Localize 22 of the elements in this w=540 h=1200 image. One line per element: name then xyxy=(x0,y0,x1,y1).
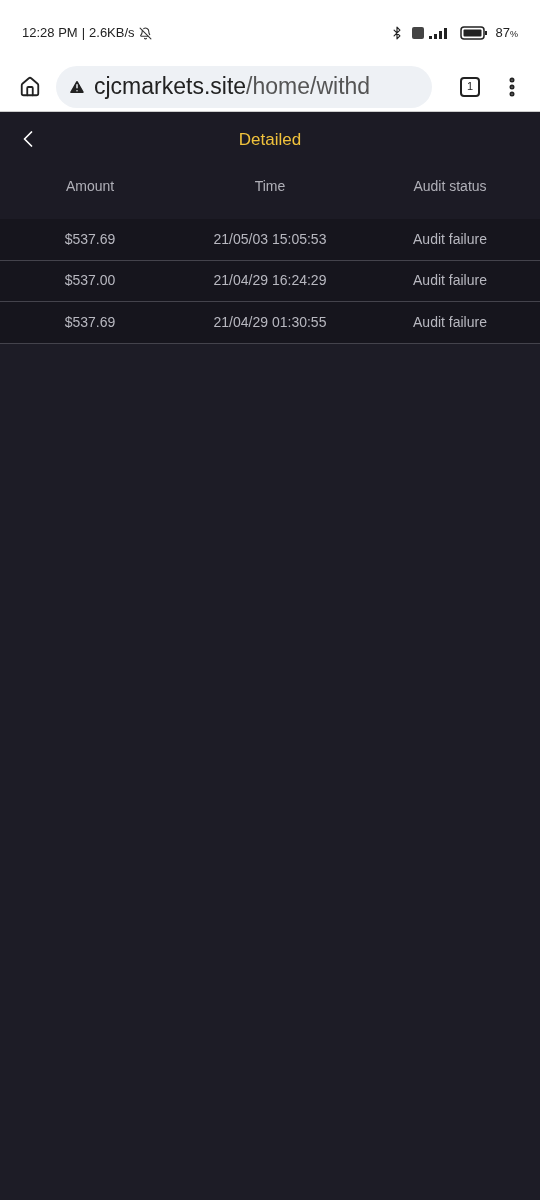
table-cell-text: 21/04/29 01:30:55 xyxy=(212,312,328,332)
bell-off-icon xyxy=(138,26,152,40)
network-speed: 2.6KB/s xyxy=(89,24,135,43)
url-text: cjcmarkets.site/home/withd xyxy=(94,72,371,102)
battery-icon xyxy=(459,26,488,40)
table-cell-text: $537.00 xyxy=(63,271,117,291)
separator: | xyxy=(81,24,86,43)
column-header: Amount xyxy=(64,177,116,196)
table-cell-text: $537.69 xyxy=(63,229,117,249)
table-cell-text: Audit failure xyxy=(412,271,488,291)
table-cell-text: Audit failure xyxy=(412,312,488,332)
table-cell-text: Audit failure xyxy=(412,229,488,249)
battery-level: 87% xyxy=(495,24,518,43)
column-header: Audit status xyxy=(412,177,488,196)
table-cell-text: $537.69 xyxy=(63,312,117,332)
table-cell-text: 21/04/29 16:24:29 xyxy=(212,271,328,291)
table-cell-text: 21/05/03 15:05:53 xyxy=(212,229,328,249)
tab-count-button[interactable]: 1 xyxy=(460,76,480,97)
column-header: Time xyxy=(253,177,287,196)
page-title: Detailed xyxy=(238,128,302,151)
status-time: 12:28 PM xyxy=(22,24,78,43)
address-bar[interactable]: cjcmarkets.site/home/withd xyxy=(56,65,432,108)
